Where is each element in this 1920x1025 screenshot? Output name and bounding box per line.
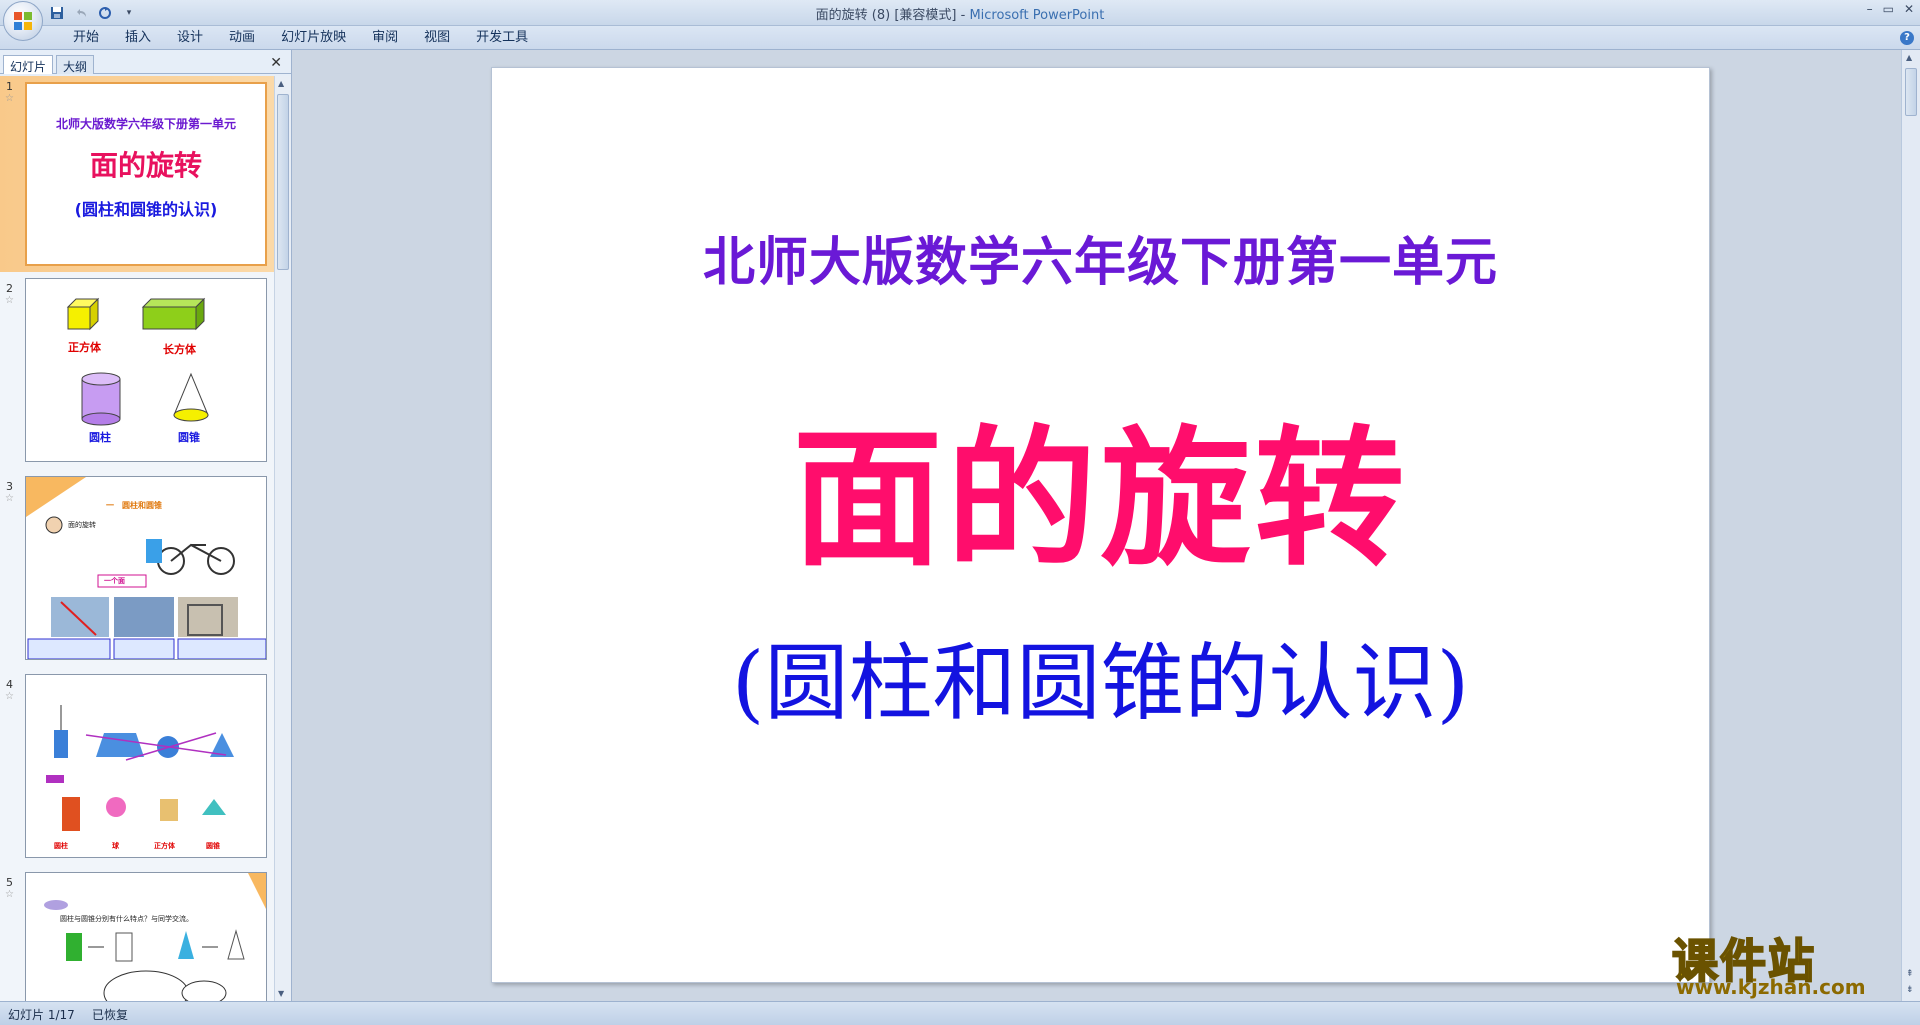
slide-5-preview: 圆柱与圆锥分别有什么特点？与同学交流。 (25, 872, 267, 1001)
close-panel-icon[interactable]: ✕ (270, 55, 282, 71)
tab-view[interactable]: 视图 (411, 30, 463, 46)
animation-star-icon: ☆ (5, 295, 14, 306)
scroll-down-icon[interactable]: ▼ (278, 989, 284, 998)
slide-counter: 幻灯片 1/17 (8, 1008, 75, 1022)
label-cylinder: 圆柱 (89, 431, 111, 444)
thumb-title: 面的旋转 (89, 149, 202, 182)
thumb-paren: (圆柱和圆锥的认识) (74, 200, 218, 219)
slide-3-sub: 面的旋转 (68, 521, 96, 529)
scroll-up-icon[interactable]: ▲ (278, 79, 284, 88)
maximize-button[interactable]: ▭ (1883, 2, 1894, 16)
tab-slideshow[interactable]: 幻灯片放映 (268, 30, 359, 46)
slide-3-heading: 一 圆柱和圆锥 (106, 501, 162, 510)
label-cube: 正方体 (68, 341, 101, 354)
slide-3-answer: 一个面 (104, 577, 125, 585)
slide-1-preview: 北师大版数学六年级下册第一单元 面的旋转 (圆柱和圆锥的认识) (25, 82, 267, 266)
panel-tabs: 幻灯片 大纲 ✕ (0, 52, 292, 74)
office-button[interactable] (3, 1, 43, 41)
slide-editor: 北师大版数学六年级下册第一单元 面的旋转 (圆柱和圆锥的认识) (293, 50, 1901, 1001)
app-name: Microsoft PowerPoint (969, 8, 1105, 23)
thumbnail-slide-1[interactable]: 1 ☆ 北师大版数学六年级下册第一单元 面的旋转 (圆柱和圆锥的认识) (0, 76, 274, 272)
scroll-thumb[interactable] (277, 94, 289, 270)
slide-parenthetical[interactable]: (圆柱和圆锥的认识) (492, 616, 1709, 737)
slide-3-preview: 一 圆柱和圆锥 面的旋转 一个面 (25, 476, 267, 660)
slide-subtitle[interactable]: 北师大版数学六年级下册第一单元 (492, 220, 1709, 295)
animation-star-icon: ☆ (5, 93, 14, 104)
thumbnails-scrollbar[interactable]: ▲ ▼ (274, 76, 291, 1001)
recovery-status: 已恢复 (92, 1008, 129, 1022)
close-button[interactable]: ✕ (1904, 2, 1914, 16)
label-cuboid: 长方体 (163, 343, 196, 356)
window-title: 面的旋转 (8) [兼容模式] - Microsoft PowerPoint (0, 4, 1920, 23)
window-controls: – ▭ ✕ (1867, 2, 1914, 16)
slide-5-question: 圆柱与圆锥分别有什么特点？与同学交流。 (60, 915, 193, 923)
slide-4-preview: 圆柱 球 正方体 圆锥 (25, 674, 267, 858)
slide-number: 5 (6, 876, 13, 889)
thumbnail-slide-5[interactable]: 5 ☆ 圆柱与圆锥分别有什么特点？与同学交流。 (0, 872, 274, 1001)
document-title: 面的旋转 (8) [兼容模式] (815, 8, 957, 23)
slide-thumbnails: 1 ☆ 北师大版数学六年级下册第一单元 面的旋转 (圆柱和圆锥的认识) 2 ☆ (0, 76, 274, 1001)
animation-star-icon: ☆ (5, 691, 14, 702)
tab-review[interactable]: 审阅 (359, 30, 411, 46)
thumbnail-slide-3[interactable]: 3 ☆ 一 圆柱和圆锥 面的旋转 一个面 (0, 476, 274, 666)
tab-insert[interactable]: 插入 (112, 30, 164, 46)
tab-slides[interactable]: 幻灯片 (3, 55, 54, 74)
tab-animations[interactable]: 动画 (216, 30, 268, 46)
slide-number: 3 (6, 480, 13, 493)
tab-outline[interactable]: 大纲 (56, 55, 95, 74)
title-bar: ▾ 面的旋转 (8) [兼容模式] - Microsoft PowerPoint… (0, 0, 1920, 26)
watermark-url: www.kjzhan.com (1676, 975, 1866, 999)
scroll-up-icon[interactable]: ▲ (1906, 53, 1912, 62)
thumbnail-slide-2[interactable]: 2 ☆ 正方体 长方体 圆柱 圆锥 (0, 278, 274, 468)
powerpoint-window: ▾ 面的旋转 (8) [兼容模式] - Microsoft PowerPoint… (0, 0, 1920, 1025)
ribbon-tab-row: 开始 插入 设计 动画 幻灯片放映 审阅 视图 开发工具 ? (0, 26, 1920, 50)
tab-home[interactable]: 开始 (60, 30, 112, 46)
main-scrollbar[interactable]: ▲ ⇞ ⇟ (1901, 50, 1920, 1001)
slide-number: 2 (6, 282, 13, 295)
title-separator: - (956, 8, 970, 23)
slide-4-label-cone: 圆锥 (206, 842, 220, 850)
tab-design[interactable]: 设计 (164, 30, 216, 46)
slide-5-illustration (44, 873, 266, 1001)
watermark-logo: 课件站 www.kjzhan.com (1668, 925, 1908, 1005)
slides-panel: 幻灯片 大纲 ✕ 1 ☆ 北师大版数学六年级下册第一单元 面的旋转 (圆柱和圆锥… (0, 50, 292, 1001)
animation-star-icon: ☆ (5, 493, 14, 504)
status-bar: 幻灯片 1/17 已恢复 (0, 1001, 1920, 1025)
animation-star-icon: ☆ (5, 889, 14, 900)
label-cone: 圆锥 (178, 431, 200, 444)
slide-4-label-sphere: 球 (112, 842, 119, 850)
slide-4-label-cylinder: 圆柱 (54, 842, 68, 850)
slide-number: 1 (6, 80, 13, 93)
slide-title[interactable]: 面的旋转 (492, 378, 1709, 595)
current-slide[interactable]: 北师大版数学六年级下册第一单元 面的旋转 (圆柱和圆锥的认识) (491, 67, 1710, 983)
slide-4-label-cube: 正方体 (154, 842, 175, 850)
scroll-thumb[interactable] (1905, 68, 1917, 116)
thumbnail-slide-4[interactable]: 4 ☆ 圆柱 球 正方体 圆锥 (0, 674, 274, 864)
slide-2-preview: 正方体 长方体 圆柱 圆锥 (25, 278, 267, 462)
minimize-button[interactable]: – (1867, 2, 1873, 16)
help-icon[interactable]: ? (1900, 31, 1914, 45)
slide-number: 4 (6, 678, 13, 691)
thumb-subtitle: 北师大版数学六年级下册第一单元 (55, 117, 236, 131)
tab-developer[interactable]: 开发工具 (463, 30, 541, 46)
solid-shapes-illustration (66, 297, 209, 426)
slide-4-illustration (46, 705, 234, 831)
office-logo-icon (14, 12, 32, 30)
ribbon-tabs: 开始 插入 设计 动画 幻灯片放映 审阅 视图 开发工具 (60, 30, 541, 46)
